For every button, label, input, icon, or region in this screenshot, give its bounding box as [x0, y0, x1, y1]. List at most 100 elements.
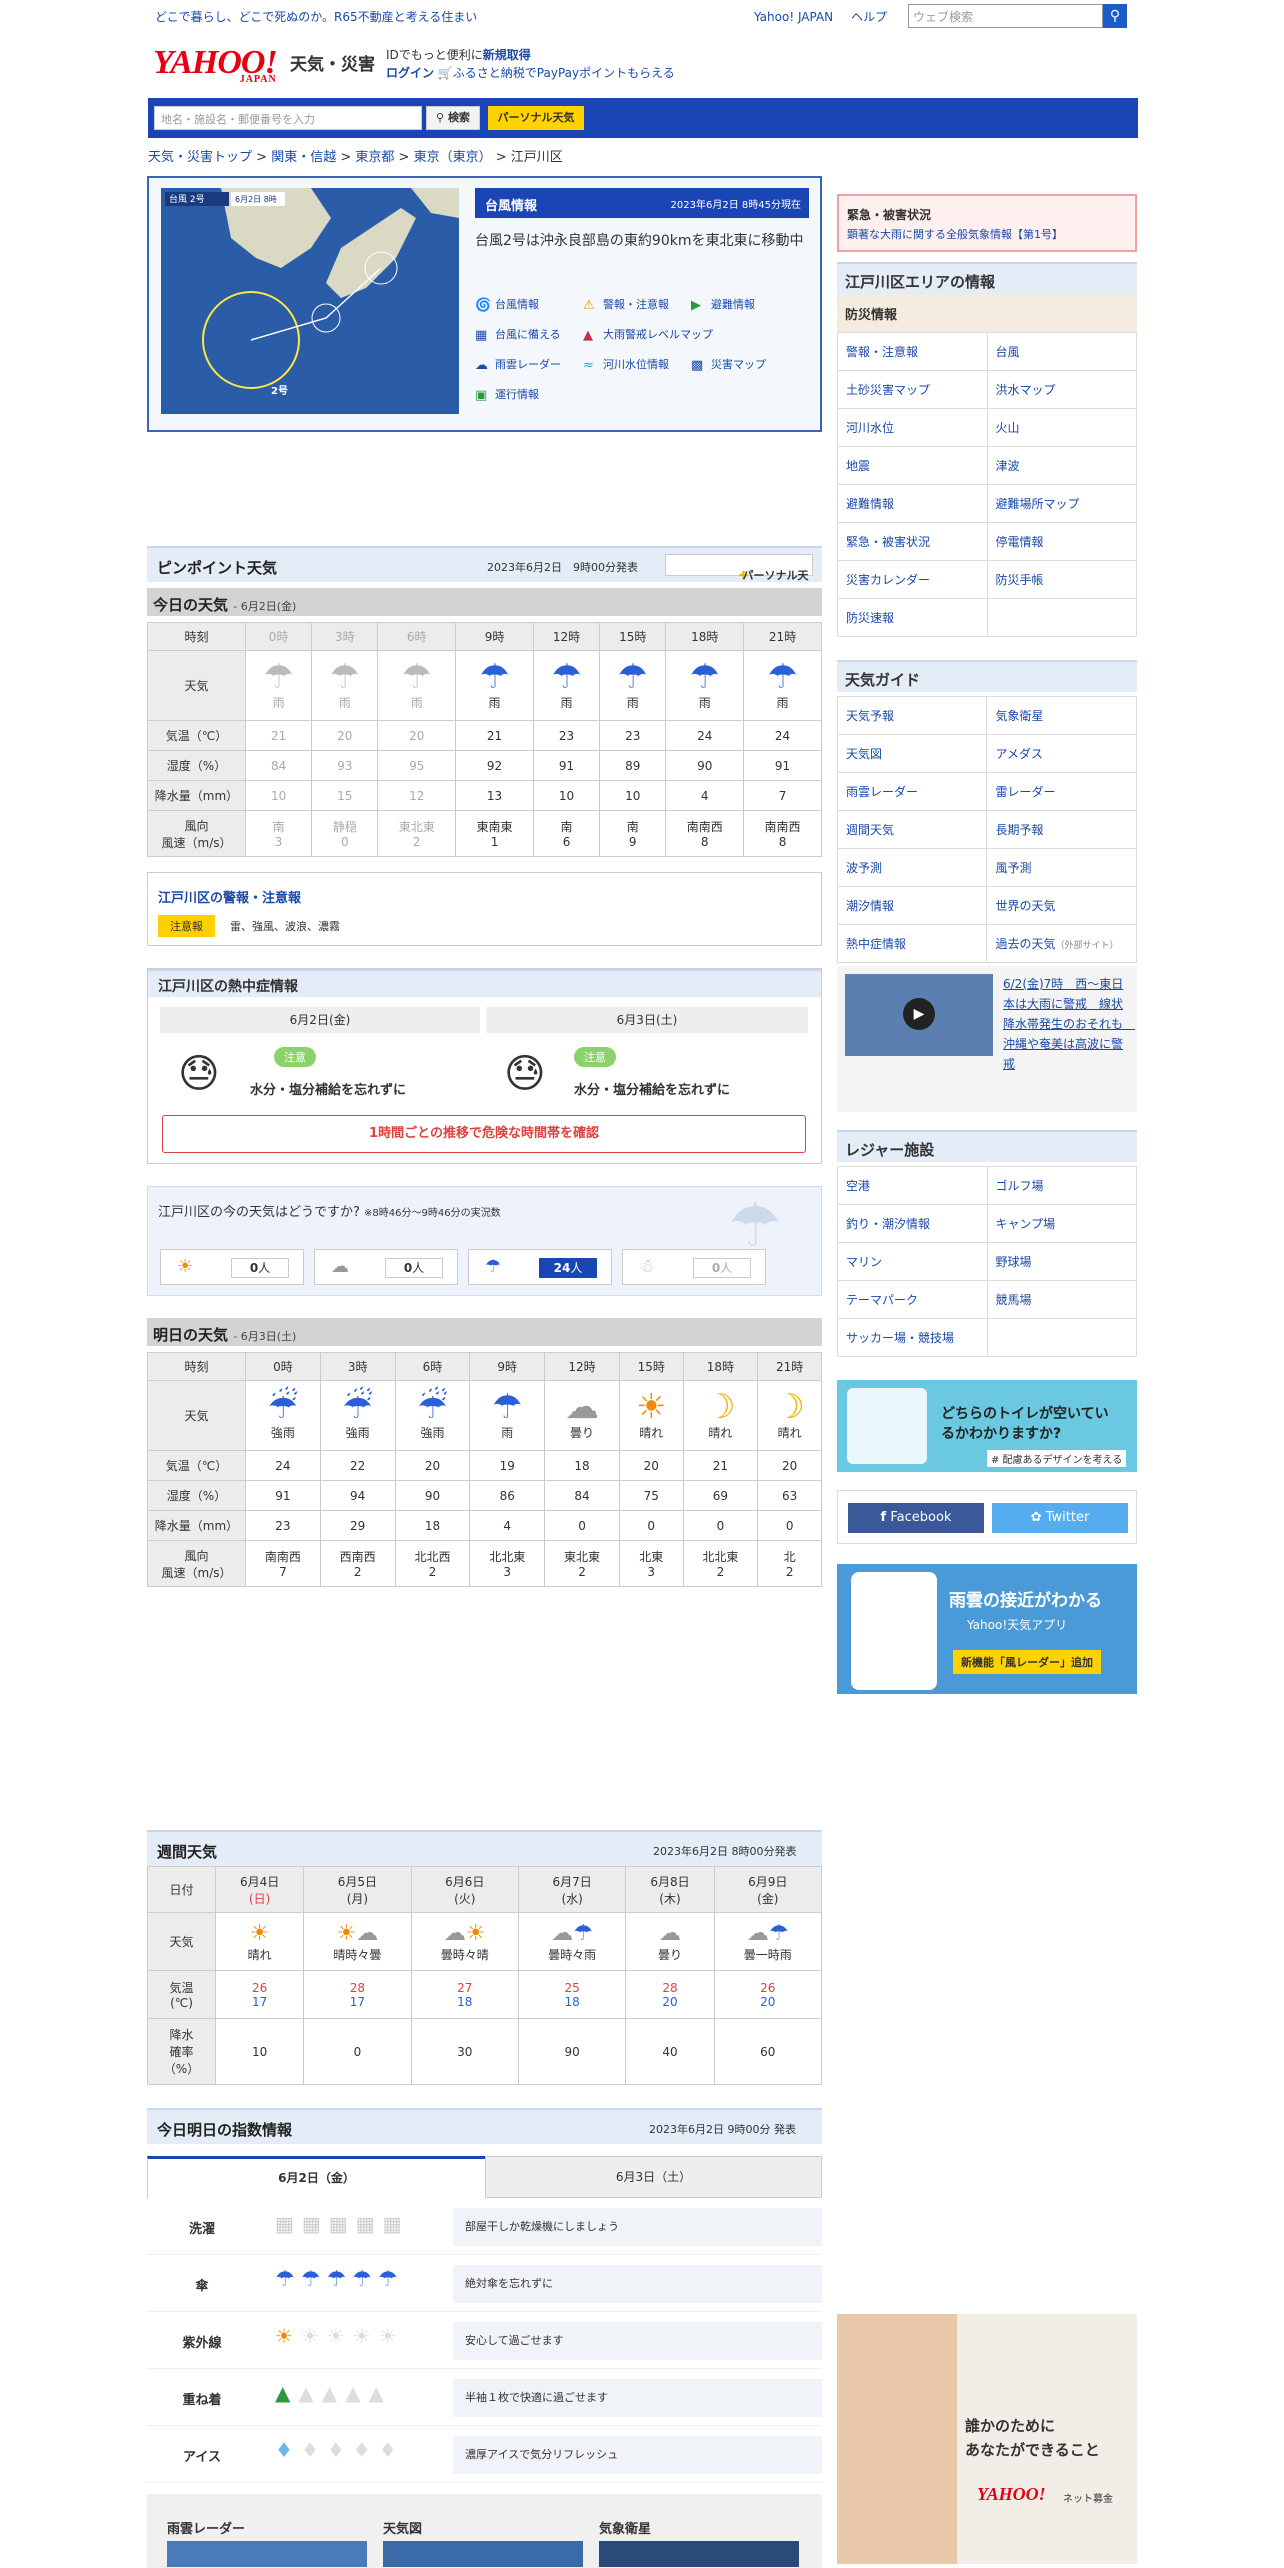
add-personal-button[interactable]: ✚ パーソナル天気に追加	[665, 554, 813, 602]
side-link[interactable]: アメダス	[986, 734, 1137, 773]
side-link[interactable]: 競馬場	[986, 1280, 1138, 1319]
yahoo-logo[interactable]: YAHOO! JAPAN	[153, 44, 278, 85]
side-link[interactable]: 気象衛星	[986, 696, 1137, 735]
breadcrumb-item[interactable]: 東京（東京）	[414, 150, 492, 165]
moon-icon: ☽	[705, 1387, 736, 1427]
side-link[interactable]: 防災手帳	[986, 560, 1138, 599]
side-link[interactable]: 災害カレンダー	[837, 560, 988, 599]
survey-cloudy-button[interactable]: ☁ 0人	[314, 1249, 458, 1285]
side-link[interactable]: ゴルフ場	[986, 1166, 1138, 1205]
survey-sunny-button[interactable]: ☀ 0人	[160, 1249, 304, 1285]
breadcrumb-item[interactable]: 天気・災害トップ	[148, 150, 252, 165]
typhoon-map[interactable]: 台風 2号 6月2日 8時 2号	[161, 188, 459, 414]
side-link[interactable]: 釣り・潮汐情報	[837, 1204, 988, 1243]
emergency-link[interactable]: 顕著な大雨に関する全般気象情報【第1号】	[847, 226, 1063, 242]
web-search-input[interactable]: ウェブ検索	[908, 4, 1103, 28]
tomorrow-forecast-table: 時刻 0時 3時 6時 9時 12時 15時 18時 21時 天気 ☔ 強雨 ☔ 強雨 ☔ 強雨 ☂…	[147, 1352, 822, 1587]
side-link[interactable]: 週間天気	[836, 810, 988, 849]
service-name[interactable]: 天気・災害	[290, 50, 375, 75]
warning-link[interactable]: 江戸川区の警報・注意報	[158, 887, 301, 906]
facebook-button[interactable]: f Facebook	[848, 1503, 984, 1533]
ad-donation[interactable]: 誰かのために あなたができること YAHOO! ネット募金	[837, 2314, 1137, 2564]
side-link[interactable]: 野球場	[986, 1242, 1138, 1281]
side-link[interactable]: マリン	[837, 1242, 988, 1281]
alerts-link[interactable]: ⚠ 警報・注意報	[583, 296, 691, 326]
promo-link[interactable]: どこで暮らし、どこで死ぬのか。R65不動産と考える住まい	[155, 8, 477, 25]
side-link[interactable]: 避難情報	[837, 484, 988, 523]
side-link[interactable]: 台風	[986, 332, 1138, 371]
weather-map-card[interactable]: 天気図	[383, 2518, 583, 2568]
index-row: 傘 ☂☂☂☂☂ 絶対傘を忘れずに	[147, 2255, 822, 2312]
tab-tomorrow[interactable]: 6月3日（土）	[485, 2156, 822, 2198]
side-link[interactable]: 土砂災害マップ	[837, 370, 988, 409]
sun-icon: ☀	[249, 1920, 270, 1946]
search-button[interactable]: ⚲ 検索	[426, 106, 480, 130]
side-link[interactable]: キャンプ場	[986, 1204, 1138, 1243]
ad-toilet[interactable]: どちらのトイレが空いているかわかりますか? # 配慮あるデザインを考える	[837, 1380, 1137, 1472]
header: YAHOO! JAPAN 天気・災害 IDでもっと便利に新規取得 ログイン 🛒ふる…	[148, 42, 1138, 90]
side-link[interactable]: 天気予報	[836, 696, 988, 735]
survey-rain-button[interactable]: ☂ 24人	[468, 1249, 612, 1285]
personal-weather-button[interactable]: パーソナル天気	[488, 106, 584, 130]
location-search-input[interactable]: 地名・施設名・郵便番号を入力	[154, 106, 422, 130]
weather-guide-header: 天気ガイド	[837, 660, 1137, 692]
help-link[interactable]: ヘルプ	[851, 10, 887, 24]
umbrella-icon: ☂	[617, 657, 648, 697]
rain-radar-link[interactable]: ☁ 雨雲レーダー	[475, 356, 583, 386]
side-link[interactable]: 火山	[986, 408, 1138, 447]
index-row: 紫外線 ☀☀☀☀☀ 安心して過ごせます	[147, 2312, 822, 2369]
furusato-link[interactable]: ふるさと納税でPayPayポイントもらえる	[453, 66, 675, 80]
side-link[interactable]: 波予測	[836, 848, 988, 887]
nav-bar: 地名・施設名・郵便番号を入力 ⚲ 検索 パーソナル天気	[148, 98, 1138, 138]
login-link[interactable]: ログイン	[386, 66, 434, 80]
umbrella-icon: ☂	[479, 657, 510, 697]
side-link[interactable]: 世界の天気	[986, 886, 1137, 925]
search-icon[interactable]: ⚲	[1103, 4, 1127, 28]
side-link[interactable]: 雨雲レーダー	[836, 772, 988, 811]
side-link[interactable]: 地震	[837, 446, 988, 485]
side-link[interactable]: 風予測	[986, 848, 1137, 887]
side-link[interactable]: 防災速報	[837, 598, 988, 637]
side-link[interactable]: 停電情報	[986, 522, 1138, 561]
side-link[interactable]: 長期予報	[986, 810, 1137, 849]
twitter-button[interactable]: ✿ Twitter	[992, 1503, 1128, 1533]
typhoon-info-link[interactable]: 🌀 台風情報	[475, 296, 583, 326]
side-link[interactable]: 河川水位	[837, 408, 988, 447]
satellite-card[interactable]: 気象衛星	[599, 2518, 799, 2568]
side-link[interactable]: 過去の天気（外部サイト）	[986, 924, 1137, 963]
rain-level-map-link[interactable]: ▲ 大雨警戒レベルマップ	[583, 326, 713, 356]
typhoon-prep-link[interactable]: ▦ 台風に備える	[475, 326, 583, 356]
side-link[interactable]: 洪水マップ	[986, 370, 1138, 409]
side-link[interactable]: 避難場所マップ	[986, 484, 1138, 523]
side-link[interactable]: 天気図	[836, 734, 988, 773]
side-link[interactable]: 熱中症情報	[836, 924, 988, 963]
index-list: 洗濯 ▦▦▦▦▦ 部屋干しか乾燥機にしましょう 傘 ☂☂☂☂☂ 絶対傘を忘れずに…	[147, 2198, 822, 2483]
side-link[interactable]: 警報・注意報	[837, 332, 988, 371]
train-info-link[interactable]: ▣ 運行情報	[475, 386, 583, 416]
tab-today[interactable]: 6月2日（金）	[147, 2156, 485, 2198]
ice-cream-icon: ♦♦♦♦♦	[275, 2438, 405, 2462]
river-level-link[interactable]: ≈ 河川水位情報	[583, 356, 691, 386]
side-link[interactable]: 空港	[837, 1166, 988, 1205]
cloud-rain-icon: ☁	[475, 358, 488, 373]
video-link[interactable]: 6/2(金)7時 西～東日本は大雨に警戒 線状降水帯発生のおそれも 沖縄や奄美は…	[1003, 974, 1135, 1074]
side-link[interactable]: 潮汐情報	[836, 886, 988, 925]
side-link[interactable]: サッカー場・競技場	[837, 1318, 988, 1357]
heat-hourly-button[interactable]: 1時間ごとの推移で危険な時間帯を確認	[162, 1115, 806, 1153]
breadcrumb-item[interactable]: 関東・信越	[271, 150, 336, 165]
video-thumbnail[interactable]: ▶	[845, 974, 993, 1056]
decorative-umbrella-icon: ☂	[728, 1191, 782, 1261]
side-link[interactable]: 雷レーダー	[986, 772, 1137, 811]
breadcrumb-item[interactable]: 東京都	[355, 150, 394, 165]
index-row: アイス ♦♦♦♦♦ 濃厚アイスで気分リフレッシュ	[147, 2426, 822, 2483]
video-box[interactable]: ▶ 6/2(金)7時 西～東日本は大雨に警戒 線状降水帯発生のおそれも 沖縄や奄…	[837, 966, 1137, 1112]
ad-app[interactable]: 雨雲の接近がわかる Yahoo!天気アプリ 新機能「風レーダー」追加	[837, 1564, 1137, 1694]
radar-card[interactable]: 雨雲レーダー	[167, 2518, 367, 2568]
side-link[interactable]: 津波	[986, 446, 1138, 485]
side-link[interactable]: テーマパーク	[837, 1280, 988, 1319]
yahoo-japan-link[interactable]: Yahoo! JAPAN	[754, 10, 833, 24]
signup-link[interactable]: 新規取得	[483, 48, 531, 62]
disaster-map-link[interactable]: ▩ 災害マップ	[691, 356, 799, 386]
side-link[interactable]: 緊急・被害状況	[837, 522, 988, 561]
evacuation-link[interactable]: ▶ 避難情報	[691, 296, 799, 326]
